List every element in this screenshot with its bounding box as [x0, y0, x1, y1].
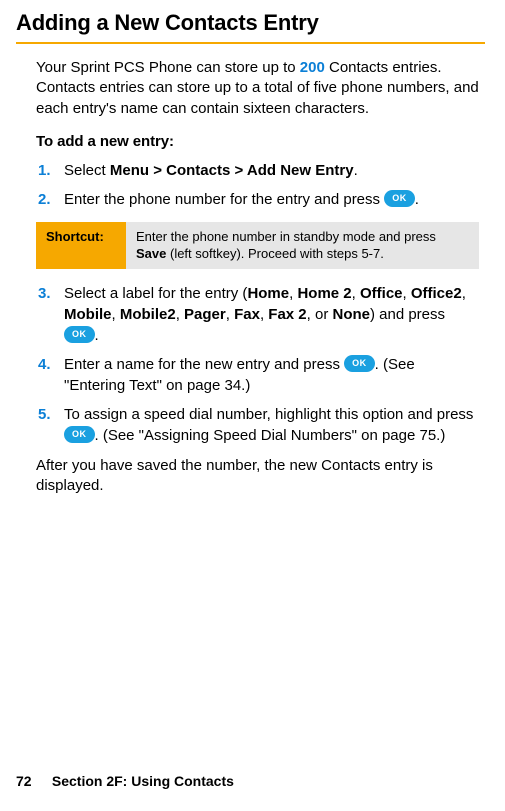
step-1-pre: Select — [64, 162, 110, 179]
step-2-number: 2. — [38, 189, 51, 210]
shortcut-bold: Save — [136, 246, 166, 261]
step-3-label-9: None — [332, 306, 370, 323]
ok-icon: OK — [64, 426, 95, 443]
subhead: To add a new entry: — [36, 133, 479, 150]
step-5-pre: To assign a speed dial number, highlight… — [64, 406, 473, 423]
shortcut-body: Enter the phone number in standby mode a… — [126, 222, 479, 269]
step-3-label-8: Fax 2 — [268, 306, 306, 323]
step-3-label-2: Office — [360, 285, 403, 302]
intro-highlight: 200 — [300, 59, 325, 76]
intro-paragraph: Your Sprint PCS Phone can store up to 20… — [36, 58, 479, 119]
step-1-menu: Menu — [110, 162, 149, 179]
ok-icon: OK — [64, 326, 95, 343]
step-3-label-3: Office2 — [411, 285, 462, 302]
step-5: 5. To assign a speed dial number, highli… — [64, 404, 479, 446]
step-1-gt1: > — [149, 162, 166, 179]
after-paragraph: After you have saved the number, the new… — [36, 456, 479, 497]
step-3-label-1: Home 2 — [297, 285, 351, 302]
step-3-label-4: Mobile — [64, 306, 112, 323]
ok-icon: OK — [344, 355, 375, 372]
step-1-number: 1. — [38, 160, 51, 181]
step-3-mid: ) and press — [370, 306, 445, 323]
footer-section: Section 2F: Using Contacts — [52, 773, 234, 789]
step-4-number: 4. — [38, 354, 51, 375]
shortcut-pre: Enter the phone number in standby mode a… — [136, 229, 436, 244]
step-3-label-7: Fax — [234, 306, 260, 323]
step-3-number: 3. — [38, 283, 51, 304]
step-1-post: . — [354, 162, 358, 179]
step-2: 2. Enter the phone number for the entry … — [64, 189, 479, 210]
step-3-label-5: Mobile2 — [120, 306, 176, 323]
step-1-contacts: Contacts — [166, 162, 230, 179]
step-1: 1. Select Menu > Contacts > Add New Entr… — [64, 160, 479, 181]
step-4-pre: Enter a name for the new entry and press — [64, 356, 344, 373]
footer: 72 Section 2F: Using Contacts — [16, 773, 234, 789]
step-5-post: . (See "Assigning Speed Dial Numbers" on… — [95, 427, 446, 444]
step-3-pre: Select a label for the entry ( — [64, 285, 247, 302]
intro-pre: Your Sprint PCS Phone can store up to — [36, 59, 300, 76]
step-3-label-6: Pager — [184, 306, 226, 323]
steps-list: 1. Select Menu > Contacts > Add New Entr… — [36, 160, 479, 210]
shortcut-box: Shortcut: Enter the phone number in stan… — [36, 222, 479, 269]
step-2-text: Enter the phone number for the entry and… — [64, 191, 384, 208]
step-1-add: Add New Entry — [247, 162, 354, 179]
step-3-post: . — [95, 327, 99, 344]
steps-list-2: 3. Select a label for the entry (Home, H… — [36, 283, 479, 446]
title-rule — [16, 42, 485, 44]
step-2-post: . — [415, 191, 419, 208]
shortcut-post: (left softkey). Proceed with steps 5-7. — [166, 246, 383, 261]
content-area: Your Sprint PCS Phone can store up to 20… — [16, 58, 485, 496]
ok-icon: OK — [384, 190, 415, 207]
step-3-label-0: Home — [247, 285, 289, 302]
step-3: 3. Select a label for the entry (Home, H… — [64, 283, 479, 346]
page-number: 72 — [16, 773, 48, 789]
step-1-gt2: > — [230, 162, 247, 179]
shortcut-label: Shortcut: — [36, 222, 126, 269]
page-title: Adding a New Contacts Entry — [16, 10, 485, 36]
step-5-number: 5. — [38, 404, 51, 425]
step-4: 4. Enter a name for the new entry and pr… — [64, 354, 479, 396]
